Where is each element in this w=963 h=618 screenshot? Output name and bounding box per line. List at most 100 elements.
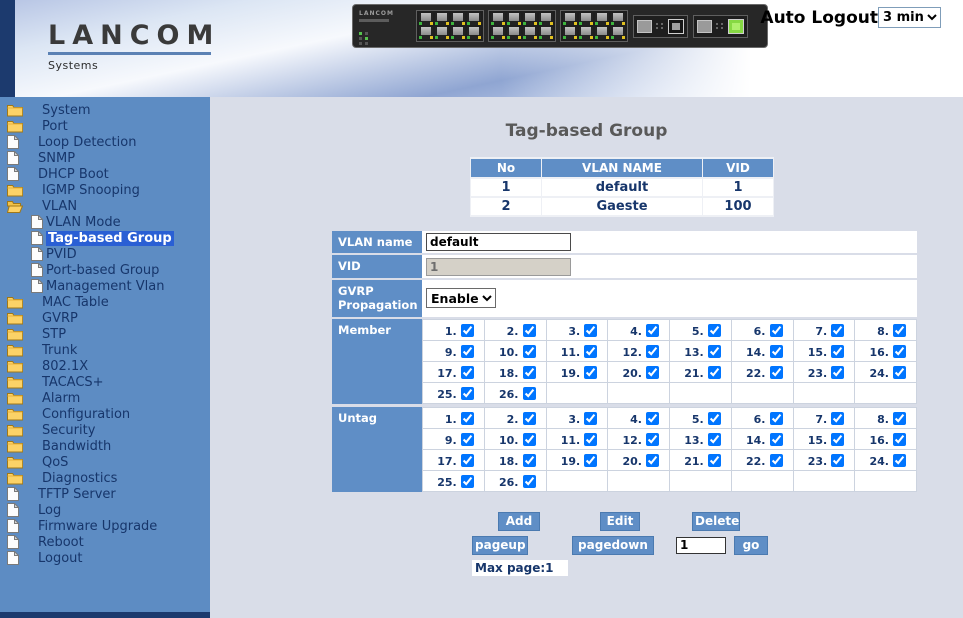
untag-port-12-checkbox[interactable] — [646, 433, 659, 446]
member-port-17-checkbox[interactable] — [461, 366, 474, 379]
member-port-22-checkbox[interactable] — [770, 366, 783, 379]
sidebar-item-gvrp[interactable]: GVRP — [0, 310, 210, 326]
member-port-16-checkbox[interactable] — [893, 345, 906, 358]
untag-port-20-checkbox[interactable] — [646, 454, 659, 467]
member-port-20-checkbox[interactable] — [646, 366, 659, 379]
member-port-18-checkbox[interactable] — [523, 366, 536, 379]
sidebar-item-port[interactable]: Port — [0, 118, 210, 134]
vlan-table-row[interactable]: 1default1 — [471, 179, 773, 196]
sidebar-item-vlan[interactable]: VLAN — [0, 198, 210, 214]
sidebar-item-trunk[interactable]: Trunk — [0, 342, 210, 358]
untag-port-4-checkbox[interactable] — [646, 412, 659, 425]
untag-port-7-checkbox[interactable] — [831, 412, 844, 425]
sidebar-item-802-1x[interactable]: 802.1X — [0, 358, 210, 374]
sidebar-item-firmware-upgrade[interactable]: Firmware Upgrade — [0, 518, 210, 534]
file-icon — [31, 279, 43, 293]
member-port-10-checkbox[interactable] — [523, 345, 536, 358]
member-port-25-checkbox[interactable] — [461, 387, 474, 400]
untag-port-17-checkbox[interactable] — [461, 454, 474, 467]
member-port-1-checkbox[interactable] — [461, 324, 474, 337]
sidebar-item-system[interactable]: System — [0, 102, 210, 118]
untag-port-18-checkbox[interactable] — [523, 454, 536, 467]
untag-port-5-checkbox[interactable] — [708, 412, 721, 425]
pagedown-button[interactable]: pagedown — [572, 536, 654, 555]
auto-logout-select[interactable]: 3 min — [878, 7, 941, 28]
untag-port-cell: 10. — [484, 428, 546, 449]
edit-button[interactable]: Edit — [600, 512, 640, 531]
page-number-input[interactable] — [676, 537, 726, 554]
pageup-button[interactable]: pageup — [472, 536, 528, 555]
untag-port-26-checkbox[interactable] — [523, 475, 536, 488]
member-port-24-checkbox[interactable] — [893, 366, 906, 379]
vlan-name-input[interactable] — [426, 233, 571, 251]
vlan-table-cell: Gaeste — [542, 198, 702, 215]
untag-port-8-checkbox[interactable] — [893, 412, 906, 425]
sidebar-item-alarm[interactable]: Alarm — [0, 390, 210, 406]
sidebar-item-reboot[interactable]: Reboot — [0, 534, 210, 550]
empty-grid-cell — [855, 470, 917, 491]
untag-port-23-checkbox[interactable] — [831, 454, 844, 467]
member-port-4-checkbox[interactable] — [646, 324, 659, 337]
sidebar-item-log[interactable]: Log — [0, 502, 210, 518]
member-port-13-checkbox[interactable] — [708, 345, 721, 358]
sidebar-item-logout[interactable]: Logout — [0, 550, 210, 566]
sidebar-item-loop-detection[interactable]: Loop Detection — [0, 134, 210, 150]
untag-port-15-checkbox[interactable] — [831, 433, 844, 446]
sidebar-item-mac-table[interactable]: MAC Table — [0, 294, 210, 310]
sidebar-item-port-based-group[interactable]: Port-based Group — [0, 262, 210, 278]
member-port-14-checkbox[interactable] — [770, 345, 783, 358]
member-port-7-checkbox[interactable] — [831, 324, 844, 337]
sidebar-item-management-vlan[interactable]: Management Vlan — [0, 278, 210, 294]
untag-port-22-checkbox[interactable] — [770, 454, 783, 467]
add-button[interactable]: Add — [498, 512, 540, 531]
member-port-23-checkbox[interactable] — [831, 366, 844, 379]
member-port-2-checkbox[interactable] — [523, 324, 536, 337]
sidebar-item-qos[interactable]: QoS — [0, 454, 210, 470]
untag-port-21-checkbox[interactable] — [708, 454, 721, 467]
member-port-11-checkbox[interactable] — [584, 345, 597, 358]
untag-port-6-checkbox[interactable] — [770, 412, 783, 425]
member-port-19-checkbox[interactable] — [584, 366, 597, 379]
sidebar-item-diagnostics[interactable]: Diagnostics — [0, 470, 210, 486]
sidebar-item-security[interactable]: Security — [0, 422, 210, 438]
member-port-26-checkbox[interactable] — [523, 387, 536, 400]
untag-port-14-checkbox[interactable] — [770, 433, 783, 446]
untag-port-11-checkbox[interactable] — [584, 433, 597, 446]
untag-port-24-checkbox[interactable] — [893, 454, 906, 467]
member-port-3-checkbox[interactable] — [584, 324, 597, 337]
member-port-21-checkbox[interactable] — [708, 366, 721, 379]
untag-port-16-checkbox[interactable] — [893, 433, 906, 446]
untag-port-cell: 20. — [608, 449, 670, 470]
sidebar-item-bandwidth[interactable]: Bandwidth — [0, 438, 210, 454]
member-port-cell: 1. — [423, 319, 485, 340]
gvrp-propagation-select[interactable]: Enable — [426, 288, 496, 308]
member-port-15-checkbox[interactable] — [831, 345, 844, 358]
untag-port-10-checkbox[interactable] — [523, 433, 536, 446]
sidebar-item-vlan-mode[interactable]: VLAN Mode — [0, 214, 210, 230]
untag-port-19-checkbox[interactable] — [584, 454, 597, 467]
sidebar-item-tacacs-[interactable]: TACACS+ — [0, 374, 210, 390]
go-button[interactable]: go — [734, 536, 768, 555]
sidebar-item-snmp[interactable]: SNMP — [0, 150, 210, 166]
member-port-12-checkbox[interactable] — [646, 345, 659, 358]
vlan-table-row[interactable]: 2Gaeste100 — [471, 198, 773, 215]
sidebar-item-dhcp-boot[interactable]: DHCP Boot — [0, 166, 210, 182]
sidebar-item-tftp-server[interactable]: TFTP Server — [0, 486, 210, 502]
untag-port-25-checkbox[interactable] — [461, 475, 474, 488]
sidebar-item-stp[interactable]: STP — [0, 326, 210, 342]
untag-port-9-checkbox[interactable] — [461, 433, 474, 446]
untag-port-13-checkbox[interactable] — [708, 433, 721, 446]
member-port-5-checkbox[interactable] — [708, 324, 721, 337]
sidebar-item-pvid[interactable]: PVID — [0, 246, 210, 262]
member-port-8-checkbox[interactable] — [893, 324, 906, 337]
delete-button[interactable]: Delete — [692, 512, 740, 531]
untag-port-1-checkbox[interactable] — [461, 412, 474, 425]
sidebar-item-tag-based-group[interactable]: Tag-based Group — [0, 230, 210, 246]
untag-port-3-checkbox[interactable] — [584, 412, 597, 425]
member-port-9-checkbox[interactable] — [461, 345, 474, 358]
sidebar-item-configuration[interactable]: Configuration — [0, 406, 210, 422]
sidebar-item-igmp-snooping[interactable]: IGMP Snooping — [0, 182, 210, 198]
rj45-port-icon — [507, 27, 521, 39]
member-port-6-checkbox[interactable] — [770, 324, 783, 337]
untag-port-2-checkbox[interactable] — [523, 412, 536, 425]
